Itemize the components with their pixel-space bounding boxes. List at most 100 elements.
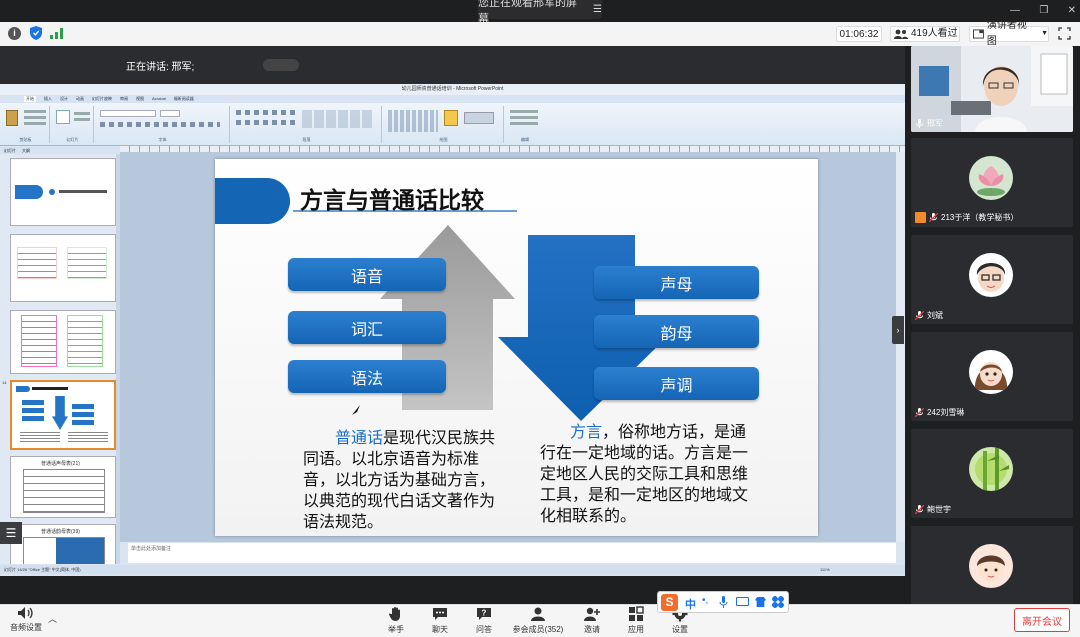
menu-icon[interactable]: ☰ [593, 4, 602, 15]
speaking-label: 正在讲话: 邢军; [126, 62, 195, 73]
invite-label: 邀请 [584, 625, 600, 634]
topic-pill-finals: 韵母 [594, 315, 759, 348]
slide-thumbnail-pane[interactable]: 14 普通话声母表(21) 普通话韵母表(39) [0, 154, 120, 564]
ppt-tab[interactable]: 审阅 [120, 96, 128, 102]
chevron-up-icon[interactable]: ︿ [48, 612, 57, 625]
chevron-down-icon: ▼ [1041, 30, 1048, 37]
participant-tile[interactable]: 邢军 [911, 46, 1073, 132]
participant-tile[interactable]: 242刘雪琳 [911, 332, 1073, 421]
person-icon [531, 607, 545, 621]
topic-pill-vocabulary: 词汇 [288, 311, 446, 344]
toolbox-icon[interactable] [772, 596, 784, 608]
ribbon-group-drawing[interactable]: 绘图 [384, 106, 504, 143]
shield-icon[interactable] [30, 26, 42, 40]
ribbon-group-clipboard[interactable]: 剪贴板 [2, 106, 50, 143]
ribbon-group-label: 字体 [158, 137, 167, 142]
participant-name-row: 邢军 [915, 118, 943, 129]
ppt-tab[interactable]: 动画 [76, 96, 84, 102]
ribbon-group-paragraph[interactable]: 段落 [232, 106, 382, 143]
microphone-icon[interactable] [719, 596, 728, 608]
slide-thumbnail-selected[interactable] [10, 380, 116, 450]
ppt-tab[interactable]: Acrobat [152, 96, 166, 102]
avatar-cartoon-child [969, 544, 1013, 588]
fullscreen-icon[interactable] [1058, 27, 1071, 40]
punctuation-icon[interactable]: •, [702, 595, 708, 606]
speaker-icon [18, 607, 33, 619]
chat-label: 聊天 [432, 625, 448, 634]
qa-button[interactable]: ? 问答 [462, 606, 506, 635]
participant-name: 鲍世宇 [927, 505, 951, 514]
ribbon-group-label: 编辑 [521, 137, 529, 142]
audio-settings-button[interactable]: 音频设置 [4, 606, 48, 633]
ppt-tab[interactable]: 视图 [136, 96, 144, 102]
raise-hand-button[interactable]: 举手 [374, 606, 418, 635]
ribbon-group-label: 绘图 [439, 137, 448, 142]
view-mode-dropdown[interactable]: 演讲者视图 ▼ [969, 20, 1049, 47]
collapse-panel-button[interactable]: › [892, 316, 904, 344]
ppt-tab[interactable]: 插入 [44, 96, 52, 102]
ppt-tab[interactable]: 开始 [24, 96, 36, 102]
participant-tile[interactable]: 鲍世宇 [911, 429, 1073, 518]
slide-thumbnail[interactable]: 普通话声母表(21) [10, 456, 116, 518]
skin-icon[interactable] [755, 597, 766, 607]
chat-button[interactable]: 聊天 [418, 606, 462, 635]
ribbon-group-label: 幻灯片 [66, 137, 79, 142]
apps-icon [629, 606, 644, 621]
apps-button[interactable]: 应用 [614, 606, 658, 635]
ppt-status-bar: 幻灯片 14/26 "Office 主题" 中文(简体, 中国) 111% [0, 565, 905, 574]
ppt-tab[interactable]: 幻灯片放映 [92, 96, 112, 102]
slide-thumbnail[interactable] [10, 158, 116, 226]
chat-icon [433, 608, 447, 620]
ime-mode[interactable]: 中 [685, 596, 696, 612]
thumbnail-title: 普通话韵母表(39) [41, 529, 80, 535]
dialect-term: 方言 [570, 424, 603, 441]
meeting-timer: 01:06:32 [836, 26, 882, 42]
topic-pill-initials: 声母 [594, 266, 759, 299]
slide-thumbnail[interactable] [10, 234, 116, 302]
hand-icon [388, 607, 400, 621]
leave-meeting-button[interactable]: 离开会议 [1014, 608, 1070, 632]
participant-name: 邢军 [927, 119, 943, 128]
thumbnail-number: 14 [2, 380, 7, 385]
ribbon-group-slides[interactable]: 幻灯片 [52, 106, 94, 143]
vertical-scrollbar[interactable] [896, 152, 905, 542]
ppt-ribbon: 剪贴板 幻灯片 字体 段落 绘图 编辑 [0, 103, 905, 146]
ppt-tab[interactable]: 设计 [60, 96, 68, 102]
signal-icon[interactable] [50, 27, 64, 39]
list-toggle-icon[interactable]: ☰ [0, 522, 22, 544]
keyboard-icon[interactable] [736, 597, 749, 606]
minimize-icon[interactable]: — [1010, 5, 1020, 17]
info-icon[interactable]: i [8, 27, 21, 40]
viewers-count[interactable]: 419人看过 [890, 26, 960, 42]
restore-icon[interactable]: ❐ [1039, 5, 1048, 17]
window-controls: — ❐ ✕ [1010, 5, 1076, 17]
microphone-muted-icon [915, 311, 924, 320]
svg-text:?: ? [482, 609, 487, 618]
ppt-tab[interactable]: 福昕阅读器 [174, 96, 194, 102]
participant-tile[interactable]: 213于洋（教学秘书） [911, 138, 1073, 227]
invite-button[interactable]: 邀请 [570, 606, 614, 635]
microphone-icon [916, 119, 923, 128]
participants-button[interactable]: 参会成员(352) [506, 606, 570, 635]
zoom-level[interactable]: 111% [820, 567, 830, 572]
putonghua-paragraph: 普通话是现代汉民族共同语。以北京语音为标准音，以北方话为基础方言，以典范的现代白… [303, 428, 503, 533]
slide-thumbnail[interactable] [10, 310, 116, 374]
ribbon-group-font[interactable]: 字体 [96, 106, 230, 143]
putonghua-term: 普通话 [335, 430, 384, 447]
people-icon [894, 29, 908, 39]
slide-thumbnail[interactable]: 普通话韵母表(39) [10, 524, 116, 564]
participant-tile[interactable] [911, 526, 1073, 604]
participant-name: 213于洋（教学秘书） [941, 213, 1019, 222]
participant-tile[interactable]: 刘斌 [911, 235, 1073, 324]
close-icon[interactable]: ✕ [1068, 5, 1076, 17]
settings-label: 设置 [672, 625, 688, 634]
participants-label: 参会成员(352) [512, 625, 564, 634]
slide-title: 方言与普通话比较 [300, 188, 484, 213]
participant-name-row: 242刘雪琳 [915, 407, 964, 418]
input-method-toolbar[interactable]: S 中 •, [657, 591, 789, 613]
notes-pane[interactable]: 单击此处添加备注 [128, 543, 896, 563]
meeting-top-bar: i 01:06:32 419人看过 演讲者视图 ▼ [0, 20, 1080, 47]
ribbon-group-editing[interactable]: 编辑 [506, 106, 544, 143]
topic-pill-tones: 声调 [594, 367, 759, 400]
screen-share-notice: 您正在观看邢军的屏幕 ☰ [478, 0, 602, 25]
